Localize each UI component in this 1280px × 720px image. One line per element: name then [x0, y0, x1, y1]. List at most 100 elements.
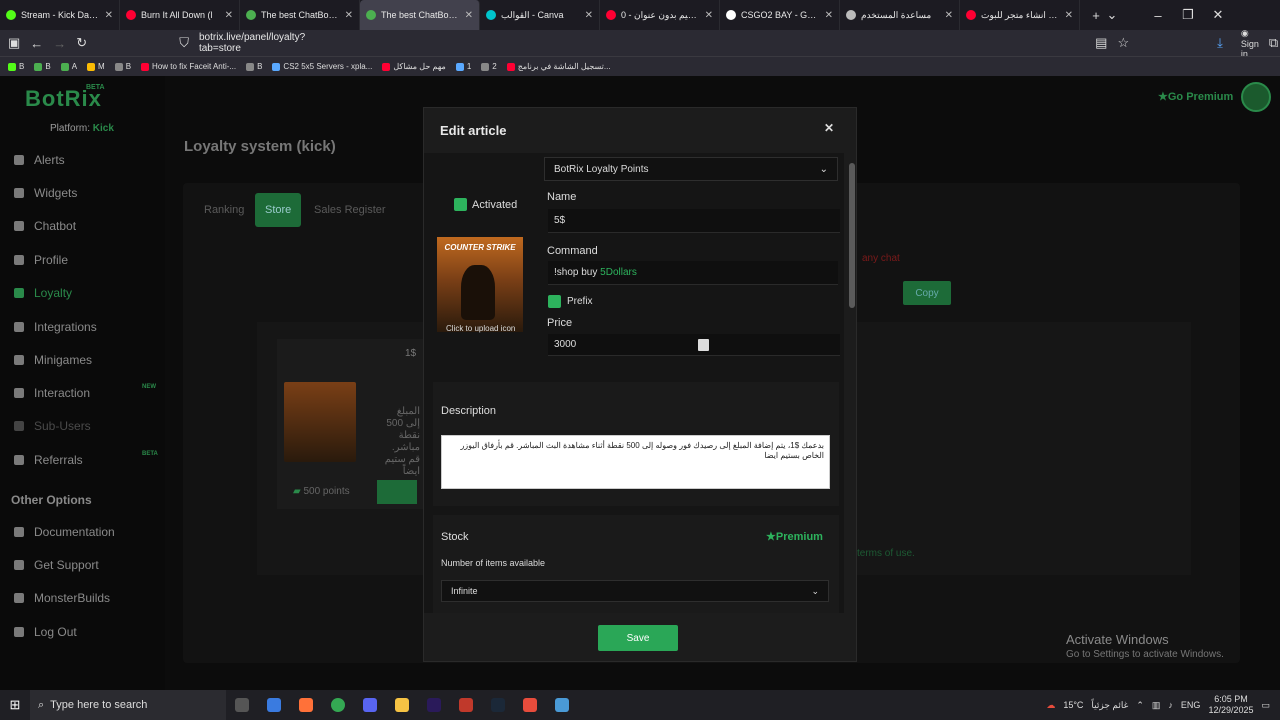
browser-tab[interactable]: طريقة انشاء متجر للبوت✕ [960, 0, 1080, 30]
network-icon[interactable]: ▥ [1152, 700, 1161, 711]
language-indicator[interactable]: ENG [1181, 700, 1201, 710]
sidebar-item-support[interactable]: Get Support [14, 558, 99, 572]
bookmark-item[interactable]: مهم حل مشاكل [382, 62, 446, 71]
new-tab-icon[interactable]: + [1088, 8, 1104, 23]
bookmark-item[interactable]: B [114, 62, 131, 71]
windows-start-icon[interactable]: ⊞ [0, 690, 30, 720]
sidebar-item-monsterbuilds[interactable]: MonsterBuilds [14, 591, 110, 605]
bookmark-item[interactable]: How to fix Faceit Anti-... [141, 62, 236, 71]
sidebar-item-minigames[interactable]: Minigames [14, 353, 92, 367]
window-minimize-icon[interactable]: – [1150, 8, 1166, 23]
forward-icon[interactable]: → [53, 36, 66, 51]
bookmark-item[interactable]: B [8, 62, 24, 71]
command-input[interactable]: !shop buy 5Dollars [548, 261, 838, 285]
steam-icon[interactable] [491, 698, 505, 712]
bookmark-item[interactable]: A [60, 62, 77, 71]
window-close-icon[interactable]: ✕ [1210, 7, 1226, 23]
window-maximize-icon[interactable]: ❐ [1180, 7, 1196, 23]
bookmark-item[interactable]: M [87, 62, 105, 71]
browser-tab[interactable]: CSGO2 BAY - Google S✕ [720, 0, 840, 30]
tab-close-icon[interactable]: ✕ [465, 10, 473, 21]
tab-list-icon[interactable]: ⌄ [1104, 7, 1120, 23]
sidebar-item-documentation[interactable]: Documentation [14, 525, 115, 539]
command-input[interactable] [860, 281, 896, 305]
notification-icon[interactable]: ▭ [1261, 700, 1270, 711]
tab-close-icon[interactable]: ✕ [705, 10, 713, 21]
tab-close-icon[interactable]: ✕ [945, 10, 953, 21]
bookmark-star-icon[interactable]: ☆ [1117, 35, 1129, 51]
bookmark-item[interactable]: 1 [455, 62, 471, 71]
volume-icon[interactable]: ♪ [1168, 700, 1173, 710]
stock-select[interactable]: Infinite ⌄ [441, 580, 829, 602]
chevron-up-icon[interactable]: ⌃ [1136, 700, 1144, 711]
tab-close-icon[interactable]: ✕ [105, 10, 113, 21]
bookmark-item[interactable]: B [34, 62, 51, 71]
activated-checkbox[interactable] [454, 198, 467, 211]
sidebar-item-interaction[interactable]: Interaction [14, 386, 90, 400]
currency-select[interactable]: BotRix Loyalty Points ⌄ [544, 157, 838, 181]
bookmark-item[interactable]: B [246, 62, 262, 71]
scrollbar-thumb[interactable] [849, 163, 855, 308]
copilot-icon[interactable] [267, 698, 281, 712]
tab-sales-register[interactable]: Sales Register [304, 193, 396, 227]
browser-tab[interactable]: القوالب - Canva ✕ [480, 0, 600, 30]
active-app-icon[interactable] [555, 698, 569, 712]
avatar[interactable] [1241, 82, 1271, 112]
address-bar[interactable]: botrix.live/panel/loyalty?tab=store [199, 32, 305, 54]
downloads-icon[interactable]: ⤓ [1217, 35, 1223, 51]
go-premium-button[interactable]: ★Go Premium [1158, 90, 1233, 103]
app-icon[interactable] [459, 698, 473, 712]
tab-close-icon[interactable]: ✕ [225, 10, 233, 21]
save-button[interactable]: Save [598, 625, 678, 651]
shield-icon[interactable]: ⛉ [179, 35, 189, 51]
browser-tab[interactable]: Burn It All Down (l ✕ [120, 0, 240, 30]
article-icon-upload[interactable]: COUNTER STRIKE [437, 237, 523, 332]
task-view-icon[interactable] [235, 698, 249, 712]
extensions-icon[interactable]: ⧉ [1269, 35, 1278, 51]
tab-store[interactable]: Store [255, 193, 302, 227]
browser-tab[interactable]: تصميم بدون عنوان - 0 ✕ [600, 0, 720, 30]
sidebar-item-alerts[interactable]: Alerts [14, 153, 65, 167]
prefix-checkbox[interactable] [548, 295, 561, 308]
sidebar-item-chatbot[interactable]: Chatbot [14, 219, 76, 233]
premiere-icon[interactable] [427, 698, 441, 712]
tab-close-icon[interactable]: ✕ [1065, 10, 1073, 21]
browser-tab[interactable]: مساعدة المستخدم ✕ [840, 0, 960, 30]
sidebar-item-logout[interactable]: Log Out [14, 625, 77, 639]
terms-link[interactable]: terms of use. [857, 548, 915, 559]
discord-icon[interactable] [363, 698, 377, 712]
clock[interactable]: 6:05 PM 12/29/2025 [1208, 694, 1253, 716]
upload-caption[interactable]: Click to upload icon [446, 324, 515, 333]
tab-close-icon[interactable]: ✕ [345, 10, 353, 21]
taskbar-search[interactable]: ⌕ Type here to search [30, 690, 226, 720]
shield-app-icon[interactable] [523, 698, 537, 712]
bookmark-item[interactable]: CS2 5x5 Servers - xpla... [272, 62, 372, 71]
bookmark-item[interactable]: تسجيل الشاشة في برنامج... [506, 62, 611, 71]
tab-close-icon[interactable]: ✕ [585, 10, 593, 21]
close-icon[interactable]: ✕ [824, 121, 834, 135]
browser-tab-active[interactable]: The best ChatBot and✕ [360, 0, 480, 30]
price-input[interactable]: 3000 [548, 334, 840, 356]
sidebar-toggle-icon[interactable]: ▣ [8, 35, 20, 51]
file-explorer-icon[interactable] [395, 698, 409, 712]
reload-icon[interactable]: ↻ [76, 35, 87, 51]
browser-tab[interactable]: Stream - Kick Dashboa✕ [0, 0, 120, 30]
sidebar-item-loyalty[interactable]: Loyalty [14, 286, 72, 300]
price-stepper[interactable] [698, 339, 709, 351]
sidebar-item-profile[interactable]: Profile [14, 253, 68, 267]
sidebar-item-sub-users[interactable]: Sub-Users [14, 419, 91, 433]
modal-scrollbar[interactable] [848, 153, 856, 613]
bookmark-item[interactable]: 2 [481, 62, 497, 71]
sidebar-item-referrals[interactable]: Referrals [14, 453, 83, 467]
tab-ranking[interactable]: Ranking [194, 193, 254, 227]
back-icon[interactable]: ← [30, 36, 43, 51]
reader-view-icon[interactable]: ▤ [1095, 35, 1107, 51]
signin-button[interactable]: ◉ Sign in [1241, 28, 1259, 59]
chrome-icon[interactable] [331, 698, 345, 712]
sidebar-item-widgets[interactable]: Widgets [14, 186, 77, 200]
name-input[interactable]: 5$ [548, 209, 840, 233]
article-buy-button[interactable] [377, 480, 417, 504]
sidebar-item-integrations[interactable]: Integrations [14, 320, 97, 334]
description-textarea[interactable]: بدعمك $1، يتم إضافة المبلغ إلى رصيدك فور… [441, 435, 830, 489]
browser-tab[interactable]: The best ChatBot and✕ [240, 0, 360, 30]
